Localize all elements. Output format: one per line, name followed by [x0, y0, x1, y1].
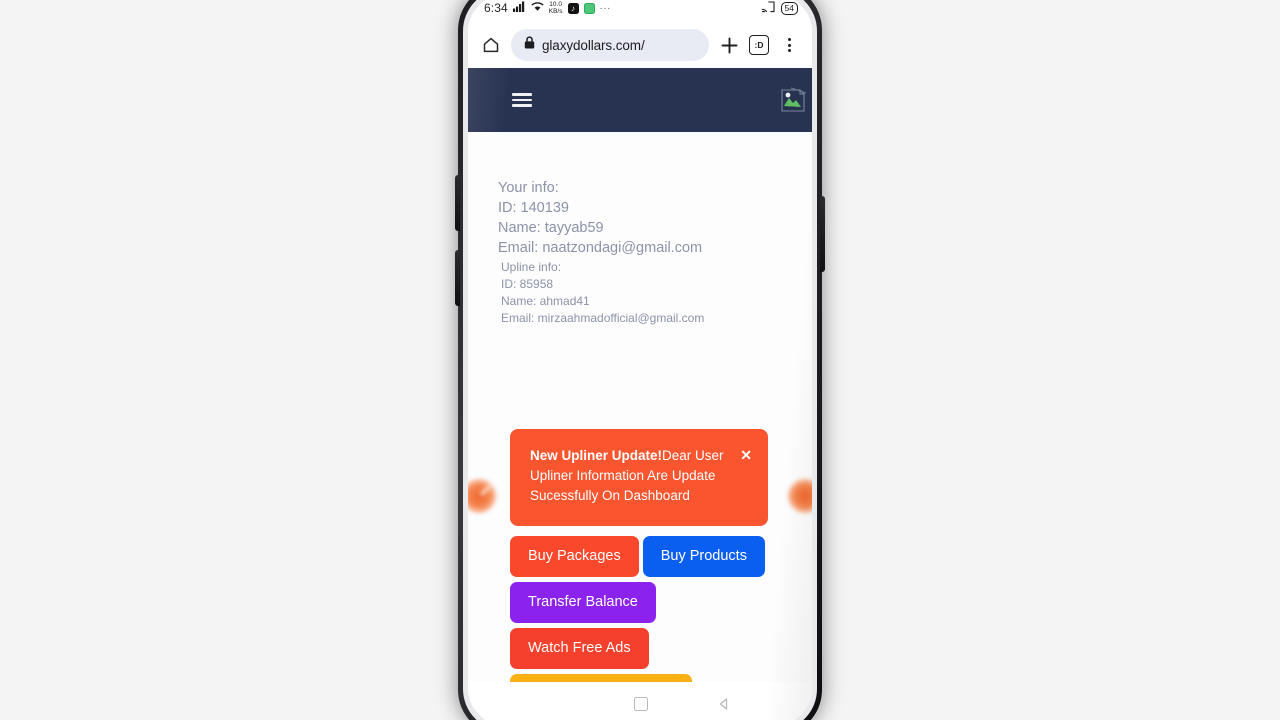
wifi-icon [531, 1, 544, 15]
action-button-row: Watch Free Ads [468, 628, 812, 669]
volume-up-button[interactable] [455, 175, 460, 231]
action-buttons-group: Buy Packages Buy Products Transfer Balance… [468, 536, 812, 682]
battery-indicator: 54 [780, 1, 798, 15]
your-info-heading: Your info: [498, 180, 559, 196]
upline-info-block: Upline info: ID: 85958 Name: ahmad41 Ema… [468, 259, 812, 327]
upliner-update-alert: New Upliner Update!Dear User Upliner Inf… [510, 429, 768, 526]
tab-switcher-button[interactable]: :D [749, 35, 769, 55]
status-bar-left: 6:34 10.0 KB/s ♪ ··· [484, 1, 756, 15]
android-status-bar: 6:34 10.0 KB/s ♪ ··· 54 [468, 0, 812, 22]
action-button-buy-packages[interactable]: Buy Packages [510, 536, 639, 577]
page-body: Your info: ID: 140139 Name: tayyab59 Ema… [468, 132, 812, 682]
network-speed-indicator: 10.0 KB/s [549, 1, 563, 15]
kebab-menu-icon[interactable] [778, 34, 800, 56]
status-bar-right: 54 [761, 0, 798, 16]
action-button-buy-products[interactable]: Buy Products [642, 536, 765, 577]
hamburger-menu-icon[interactable] [512, 93, 532, 107]
new-tab-button[interactable] [718, 34, 740, 56]
power-button[interactable] [820, 196, 825, 272]
upline-info-name: Name: ahmad41 [501, 294, 590, 308]
action-button-row: Buy Packages Buy Products [468, 536, 812, 577]
status-clock: 6:34 [484, 1, 508, 15]
tiktok-icon: ♪ [567, 2, 579, 14]
alert-title: New Upliner Update! [530, 448, 663, 463]
upline-info-heading: Upline info: [501, 260, 562, 274]
alert-close-button[interactable]: ✕ [738, 446, 752, 506]
home-icon[interactable] [480, 34, 502, 56]
upline-info-email: Email: mirzaahmadofficial@gmail.com [501, 311, 705, 325]
network-speed-unit: KB/s [548, 8, 563, 15]
back-triangle-icon[interactable] [717, 697, 731, 711]
cast-icon [761, 0, 775, 16]
orange-circle-fab-icon[interactable] [788, 479, 812, 513]
pencil-stroke [479, 484, 492, 496]
volume-down-button[interactable] [455, 250, 460, 306]
lock-icon [524, 36, 535, 54]
action-button-watch-free-ads[interactable]: Watch Free Ads [510, 628, 649, 669]
web-page-viewport: Your info: ID: 140139 Name: tayyab59 Ema… [468, 68, 812, 682]
your-info-email: Email: naatzondagi@gmail.com [498, 240, 703, 256]
action-button-transfer-balance[interactable]: Transfer Balance [510, 582, 656, 623]
site-header [468, 68, 812, 132]
network-speed-value: 10.0 [549, 1, 562, 8]
phone-screen: 6:34 10.0 KB/s ♪ ··· 54 glaxydollars.com… [468, 0, 812, 720]
recents-icon[interactable] [549, 699, 565, 710]
url-text: glaxydollars.com/ [542, 37, 645, 53]
broken-image-icon [780, 86, 807, 114]
android-navigation-bar [468, 682, 812, 720]
alert-text: New Upliner Update!Dear User Upliner Inf… [530, 446, 732, 506]
your-info-name: Name: tayyab59 [498, 220, 604, 236]
status-overflow-dots: ··· [599, 2, 611, 14]
your-info-id: ID: 140139 [498, 200, 569, 216]
green-app-icon [583, 2, 595, 14]
home-square-icon[interactable] [633, 697, 648, 711]
cellular-signal-icon [512, 1, 526, 15]
screenshot-stage: 6:34 10.0 KB/s ♪ ··· 54 glaxydollars.com… [0, 0, 1280, 720]
upline-info-id: ID: 85958 [501, 277, 554, 291]
address-bar[interactable]: glaxydollars.com/ [511, 29, 709, 61]
action-button-row: Transfer Balance [468, 582, 812, 623]
your-info-block: Your info: ID: 140139 Name: tayyab59 Ema… [468, 178, 812, 258]
action-button-complete-typing-work[interactable]: Complete Typing Work [510, 674, 693, 682]
browser-toolbar: glaxydollars.com/ :D [468, 22, 812, 68]
action-button-row: Complete Typing Work [468, 674, 812, 682]
edit-pencil-fab-icon[interactable] [468, 479, 496, 513]
